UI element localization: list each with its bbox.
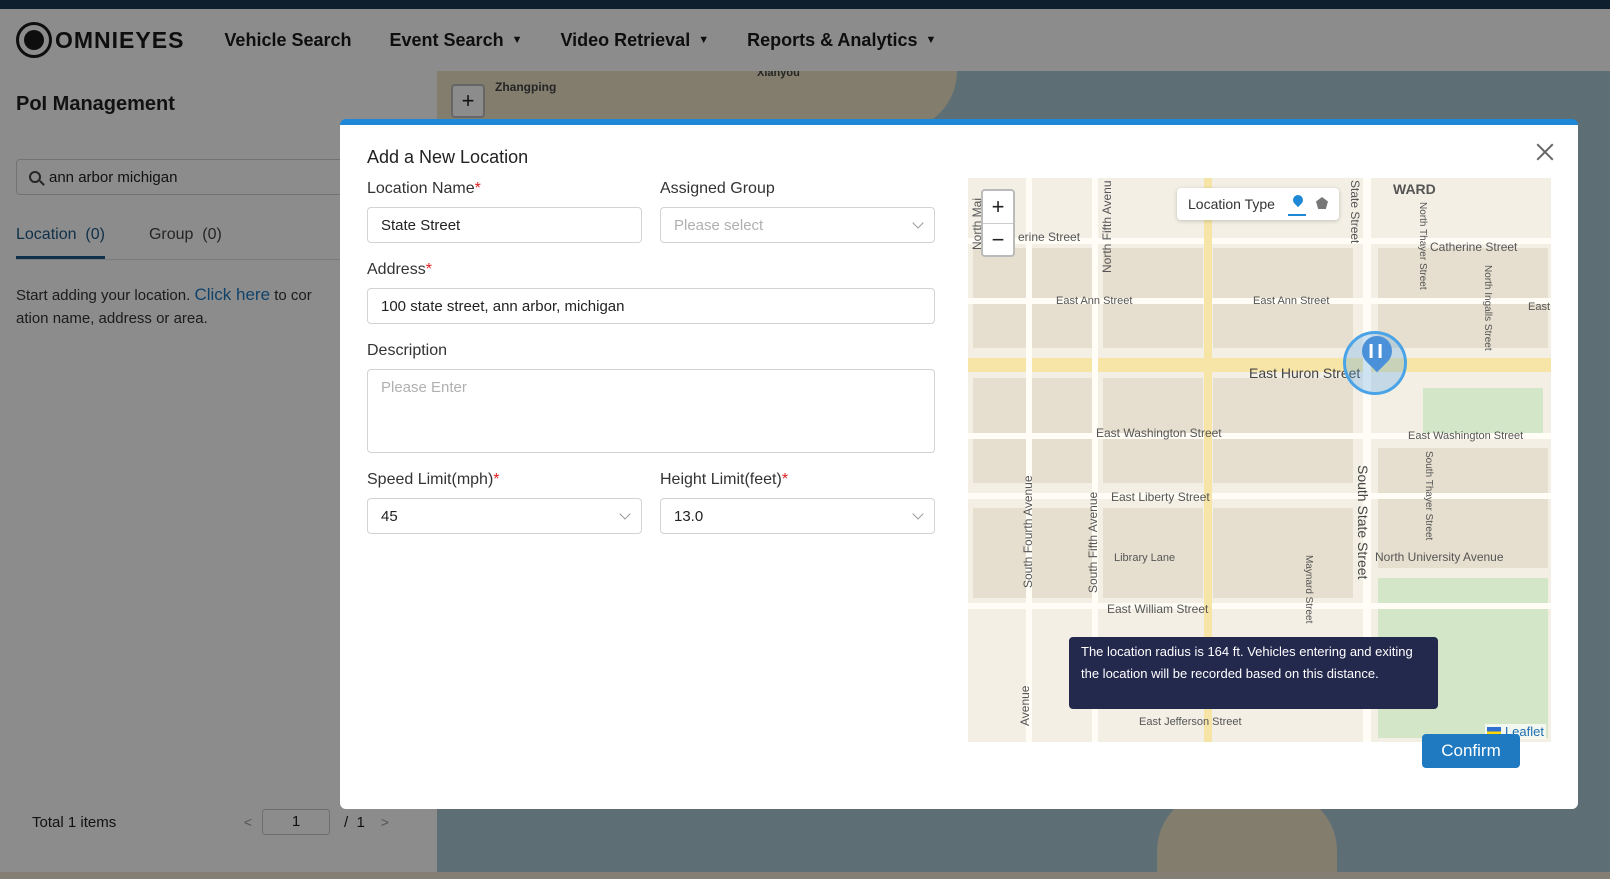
address-input[interactable]: 100 state street, ann arbor, michigan	[367, 288, 935, 324]
textarea-placeholder: Please Enter	[381, 379, 467, 396]
speed-limit-select[interactable]: 45	[367, 498, 642, 534]
street-label: East Jefferson Street	[1139, 716, 1242, 728]
street-label: South Fourth Avenue	[1021, 475, 1035, 588]
map-block	[973, 378, 1093, 483]
map-road	[1026, 178, 1032, 742]
marker-glyph	[1369, 344, 1382, 358]
street-label: State Street	[1348, 180, 1362, 244]
location-name-input[interactable]: State Street	[367, 207, 642, 243]
map-pin-icon[interactable]	[1292, 195, 1304, 211]
street-label: North Ingalls Street	[1482, 265, 1493, 351]
chevron-down-icon	[912, 217, 924, 229]
height-limit-select[interactable]: 13.0	[660, 498, 935, 534]
map-road	[968, 493, 1551, 499]
street-label: South Fifth Avenue	[1086, 491, 1100, 593]
street-label: East Liberty Street	[1111, 490, 1210, 504]
street-label: South State Street	[1355, 465, 1371, 580]
location-type-label: Location Type	[1188, 196, 1275, 212]
address-label: Address*	[367, 261, 432, 279]
street-label: North University Avenue	[1375, 550, 1504, 564]
label-text: Speed Limit(mph)	[367, 471, 494, 488]
map-block	[1213, 378, 1353, 483]
input-value: 100 state street, ann arbor, michigan	[381, 297, 625, 315]
map-zoom-control: + −	[981, 189, 1015, 257]
map-area-label: WARD	[1393, 181, 1436, 197]
location-type-toolbar: Location Type	[1177, 188, 1339, 220]
assigned-group-select[interactable]: Please select	[660, 207, 935, 243]
polygon-icon[interactable]	[1316, 197, 1328, 209]
required-mark: *	[474, 180, 481, 197]
close-icon[interactable]	[1534, 141, 1556, 163]
required-mark: *	[781, 471, 789, 488]
active-type-underline	[1288, 214, 1306, 216]
street-label: North Thayer Street	[1417, 202, 1428, 290]
street-label: Catherine Street	[1430, 240, 1518, 254]
input-value: State Street	[381, 216, 461, 234]
select-value: 45	[381, 507, 398, 525]
street-label: East Washington Street	[1096, 426, 1222, 440]
street-label: East Washington Street	[1408, 430, 1524, 442]
speed-limit-label: Speed Limit(mph)*	[367, 471, 500, 489]
zoom-in-icon[interactable]: +	[983, 191, 1013, 223]
street-label: Maynard Street	[1303, 555, 1314, 624]
street-label: East Ann Street	[1253, 295, 1330, 307]
map-block	[1213, 508, 1353, 598]
label-text: Height Limit(feet)	[660, 471, 782, 488]
required-mark: *	[425, 261, 432, 278]
street-label: East William Street	[1107, 602, 1209, 616]
street-label: South Thayer Street	[1423, 451, 1434, 541]
street-label: East Ann Street	[1056, 295, 1133, 307]
assigned-group-label: Assigned Group	[660, 180, 775, 197]
zoom-out-icon[interactable]: −	[983, 223, 1013, 255]
select-value: 13.0	[674, 507, 704, 525]
add-location-modal: Add a New Location Location Name* State …	[340, 119, 1578, 809]
street-label: erine Street	[1018, 230, 1081, 244]
height-limit-label: Height Limit(feet)*	[660, 471, 788, 489]
required-mark: *	[493, 471, 500, 488]
street-label: North Fifth Avenu	[1100, 180, 1114, 274]
description-label: Description	[367, 342, 448, 359]
street-label: Library Lane	[1114, 552, 1176, 564]
chevron-down-icon	[619, 508, 631, 520]
street-label: Avenue	[1018, 685, 1032, 726]
description-textarea[interactable]: Please Enter	[367, 369, 935, 453]
chevron-down-icon	[912, 508, 924, 520]
modal-title: Add a New Location	[367, 147, 529, 167]
street-label: East	[1528, 301, 1551, 313]
select-placeholder: Please select	[674, 216, 764, 234]
map-road	[968, 603, 1551, 609]
location-map[interactable]: WARD erine Street Catherine Street East …	[968, 178, 1551, 742]
radius-tooltip: The location radius is 164 ft. Vehicles …	[1069, 637, 1438, 709]
location-name-label: Location Name*	[367, 180, 481, 198]
label-text: Location Name	[367, 180, 475, 197]
label-text: Address	[367, 261, 426, 278]
confirm-button[interactable]: Confirm	[1422, 734, 1520, 768]
